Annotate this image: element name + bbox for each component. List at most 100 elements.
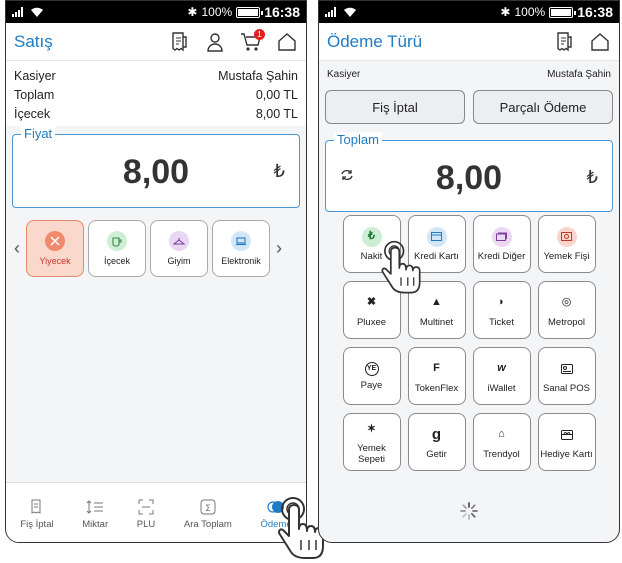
- nav-odeme[interactable]: Ödeme: [260, 499, 292, 530]
- battery-percent: 100%: [514, 5, 546, 19]
- total-value: 8,00: [435, 159, 503, 197]
- category-label: İçecek: [103, 256, 130, 266]
- category-label: Yiyecek: [39, 256, 71, 266]
- info-row: Toplam 0,00 TL: [14, 86, 298, 105]
- payment-label: Kredi Diğer: [477, 250, 526, 262]
- category-carousel: ‹ Yiyecek İçecek Giyim Elektronik ›: [6, 220, 306, 277]
- payment-type-grid: ₺ Nakit Kredi Kartı Kredi Diğer Yemek Fiş…: [325, 215, 613, 471]
- payment-yemek-fisi[interactable]: Yemek Fişi: [537, 215, 596, 273]
- fork-knife-icon: [45, 231, 65, 251]
- ticket-icon: ◗: [498, 296, 505, 308]
- cashier-name: Mustafa Şahin: [547, 69, 611, 80]
- info-value: 8,00 TL: [255, 107, 298, 121]
- laptop-icon: [231, 231, 251, 251]
- payment-kredi-diger[interactable]: Kredi Diğer: [472, 215, 531, 273]
- payment-type-screen: ✱ 100% 16:38 Ödeme Türü Kasiyer Mustafa …: [318, 0, 620, 543]
- page-title: Ödeme Türü: [327, 31, 423, 51]
- svg-text:Σ: Σ: [205, 504, 211, 514]
- payment-ticket[interactable]: ◗ Ticket: [472, 281, 531, 339]
- payment-pluxee[interactable]: ✖ Pluxee: [342, 281, 401, 339]
- getir-icon: g: [431, 426, 442, 443]
- cart-icon[interactable]: 1: [240, 28, 265, 53]
- home-icon[interactable]: [589, 31, 611, 53]
- payment-label: iWallet: [487, 382, 516, 394]
- yemeksepeti-icon: ✶: [366, 422, 377, 435]
- nav-label: PLU: [136, 519, 156, 530]
- payment-label: Paye: [360, 379, 383, 391]
- payment-paye[interactable]: YE Paye: [342, 347, 401, 405]
- clock: 16:38: [264, 4, 300, 20]
- hanger-icon: [169, 231, 189, 251]
- payment-label: Yemek Fişi: [543, 250, 590, 262]
- split-payment-button[interactable]: Parçalı Ödeme: [473, 90, 613, 124]
- bottom-nav: Fiş İptal Miktar PLU Σ Ara Toplam Ödeme: [6, 482, 306, 542]
- page-title: Satış: [14, 31, 53, 51]
- category-icecek[interactable]: İçecek: [88, 220, 146, 277]
- payment-getir[interactable]: g Getir: [407, 413, 466, 471]
- nav-miktar[interactable]: Miktar: [82, 499, 108, 530]
- payment-multinet[interactable]: ▲ Multinet: [407, 281, 466, 339]
- gift-card-icon: [557, 425, 577, 445]
- app-bar: Satış 1: [6, 23, 306, 61]
- nav-label: Ödeme: [260, 519, 292, 530]
- nav-label: Fiş İptal: [20, 519, 54, 530]
- signal-wifi-indicator: [325, 7, 357, 17]
- nav-label: Ara Toplam: [183, 519, 232, 530]
- subtotal-icon: Σ: [200, 499, 216, 515]
- payment-yemek-sepeti[interactable]: ✶ Yemek Sepeti: [342, 413, 401, 471]
- payment-sanal-pos[interactable]: Sanal POS: [537, 347, 596, 405]
- receipt-icon[interactable]: [168, 31, 190, 53]
- pluxee-icon: ✖: [366, 296, 377, 308]
- price-label: Fiyat: [21, 126, 56, 141]
- signal-wifi-indicator: [12, 7, 44, 17]
- category-yiyecek[interactable]: Yiyecek: [26, 220, 84, 277]
- home-icon[interactable]: [276, 31, 298, 53]
- user-icon[interactable]: [204, 31, 226, 53]
- info-row: Kasiyer Mustafa Şahin: [14, 67, 298, 86]
- category-label: Elektronik: [221, 256, 261, 266]
- payment-label: Getir: [426, 448, 447, 460]
- info-label: Kasiyer: [14, 69, 56, 83]
- chevron-left-icon[interactable]: ‹: [10, 238, 24, 259]
- clock: 16:38: [577, 4, 613, 20]
- paye-icon: YE: [364, 361, 379, 376]
- cart-badge: 1: [254, 28, 265, 40]
- payment-metropol[interactable]: ◎ Metropol: [537, 281, 596, 339]
- payment-nakit[interactable]: ₺ Nakit: [342, 215, 401, 273]
- app-bar: Ödeme Türü: [319, 23, 619, 61]
- category-elektronik[interactable]: Elektronik: [212, 220, 270, 277]
- cash-icon: ₺: [361, 226, 382, 247]
- receipt-icon[interactable]: [553, 31, 575, 53]
- tokenflex-icon: F: [433, 362, 440, 374]
- quantity-icon: [86, 500, 104, 514]
- payment-label: Metropol: [548, 316, 585, 328]
- payment-trendyol[interactable]: ⌂ Trendyol: [472, 413, 531, 471]
- battery-icon: [236, 6, 264, 18]
- payment-label: TokenFlex: [414, 382, 459, 394]
- price-field[interactable]: Fiyat 8,00 ₺: [12, 126, 300, 208]
- payment-tokenflex[interactable]: F TokenFlex: [407, 347, 466, 405]
- payment-hediye-karti[interactable]: Hediye Kartı: [537, 413, 596, 471]
- category-giyim[interactable]: Giyim: [150, 220, 208, 277]
- signal-icon: [12, 7, 23, 17]
- payment-label: Multinet: [419, 316, 454, 328]
- payment-label: Ticket: [489, 316, 514, 328]
- chevron-right-icon[interactable]: ›: [272, 238, 286, 259]
- payment-label: Pluxee: [356, 316, 387, 328]
- bluetooth-icon: ✱: [187, 5, 198, 19]
- payment-iwallet[interactable]: w iWallet: [472, 347, 531, 405]
- total-label: Toplam: [334, 132, 382, 147]
- payment-kredi-karti[interactable]: Kredi Kartı: [407, 215, 466, 273]
- nav-plu[interactable]: PLU: [137, 499, 155, 530]
- card-stack-icon: [491, 226, 512, 247]
- receipt-cancel-icon: [31, 499, 41, 514]
- nav-fis-iptal[interactable]: Fiş İptal: [20, 499, 54, 530]
- payment-label: Hediye Kartı: [540, 448, 593, 460]
- fis-iptal-button[interactable]: Fiş İptal: [325, 90, 465, 124]
- nav-ara-toplam[interactable]: Σ Ara Toplam: [184, 499, 232, 530]
- total-field: Toplam 8,00 ₺: [325, 132, 613, 212]
- spinner-icon: [460, 502, 478, 520]
- battery-icon: [549, 6, 577, 18]
- battery-percent: 100%: [201, 5, 233, 19]
- action-buttons: Fiş İptal Parçalı Ödeme: [319, 90, 619, 124]
